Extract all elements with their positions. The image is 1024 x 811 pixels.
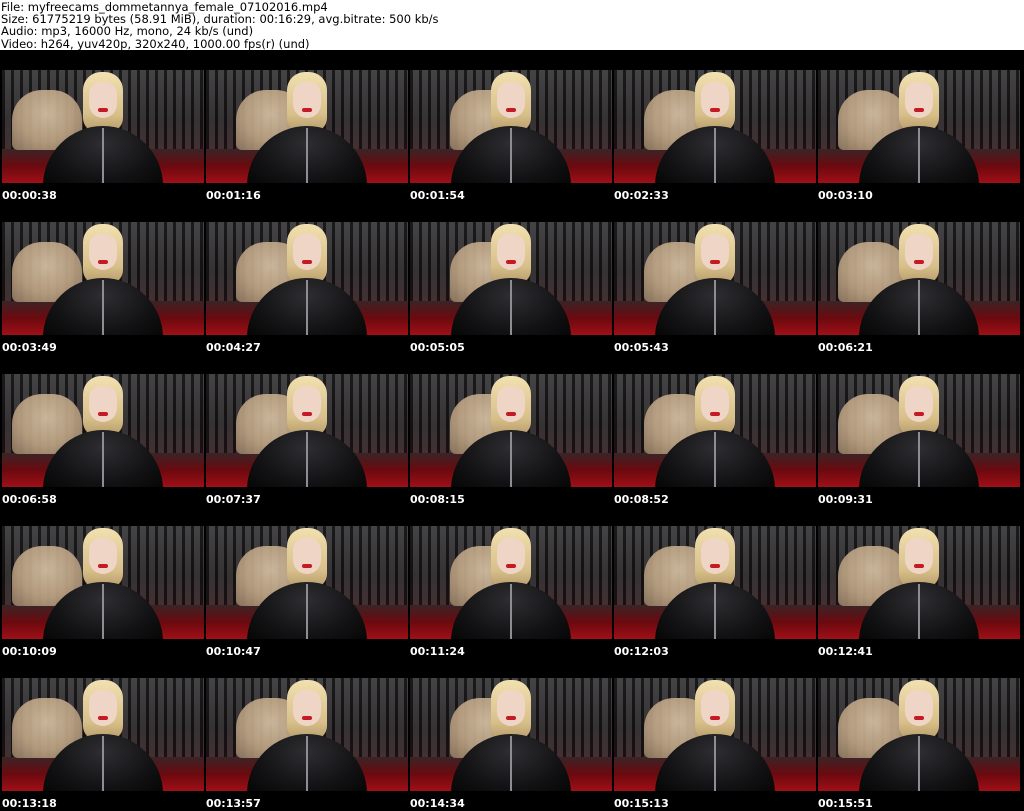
frame-timestamp: 00:11:24 <box>410 645 465 658</box>
video-frame-thumbnail <box>818 526 1020 639</box>
frame-timestamp: 00:05:43 <box>614 341 669 354</box>
thumbnail-tile: 00:02:33 <box>612 50 816 202</box>
video-frame-thumbnail <box>206 70 408 183</box>
video-frame-thumbnail <box>818 374 1020 487</box>
frame-timestamp: 00:06:58 <box>2 493 57 506</box>
thumbnail-tile: 00:03:49 <box>0 202 204 354</box>
frame-timestamp: 00:15:51 <box>818 797 873 810</box>
video-frame-thumbnail <box>818 222 1020 335</box>
video-frame-thumbnail <box>614 678 816 791</box>
video-frame-thumbnail <box>410 222 612 335</box>
video-frame-thumbnail <box>614 70 816 183</box>
thumbnail-tile: 00:05:05 <box>408 202 612 354</box>
frame-timestamp: 00:00:38 <box>2 189 57 202</box>
frame-timestamp: 00:10:47 <box>206 645 261 658</box>
thumbnail-tile: 00:15:13 <box>612 658 816 810</box>
video-frame-thumbnail <box>614 526 816 639</box>
video-frame-thumbnail <box>206 374 408 487</box>
video-frame-thumbnail <box>206 526 408 639</box>
thumbnail-tile: 00:01:16 <box>204 50 408 202</box>
frame-timestamp: 00:01:54 <box>410 189 465 202</box>
video-frame-thumbnail <box>206 678 408 791</box>
frame-timestamp: 00:13:18 <box>2 797 57 810</box>
video-info-line: Video: h264, yuv420p, 320x240, 1000.00 f… <box>1 36 310 51</box>
thumbnail-tile: 00:10:47 <box>204 506 408 658</box>
thumbnail-tile: 00:09:31 <box>816 354 1020 506</box>
frame-timestamp: 00:07:37 <box>206 493 261 506</box>
thumbnail-tile: 00:08:52 <box>612 354 816 506</box>
frame-timestamp: 00:10:09 <box>2 645 57 658</box>
frame-timestamp: 00:01:16 <box>206 189 261 202</box>
thumbnail-tile: 00:12:03 <box>612 506 816 658</box>
video-frame-thumbnail <box>614 374 816 487</box>
video-frame-thumbnail <box>818 678 1020 791</box>
video-frame-thumbnail <box>2 374 204 487</box>
thumbnail-tile: 00:14:34 <box>408 658 612 810</box>
video-frame-thumbnail <box>614 222 816 335</box>
video-frame-thumbnail <box>818 70 1020 183</box>
thumbnail-tile: 00:11:24 <box>408 506 612 658</box>
frame-timestamp: 00:02:33 <box>614 189 669 202</box>
thumbnail-tile: 00:00:38 <box>0 50 204 202</box>
frame-timestamp: 00:12:03 <box>614 645 669 658</box>
thumbnail-tile: 00:13:57 <box>204 658 408 810</box>
thumbnail-tile: 00:12:41 <box>816 506 1020 658</box>
frame-timestamp: 00:04:27 <box>206 341 261 354</box>
frame-timestamp: 00:06:21 <box>818 341 873 354</box>
thumbnail-tile: 00:03:10 <box>816 50 1020 202</box>
frame-timestamp: 00:05:05 <box>410 341 465 354</box>
frame-timestamp: 00:03:49 <box>2 341 57 354</box>
thumbnail-grid: 00:00:38 00:01:16 00:01:54 00:02:33 00:03:10… <box>0 50 1024 811</box>
video-frame-thumbnail <box>410 374 612 487</box>
video-frame-thumbnail <box>206 222 408 335</box>
thumbnail-tile: 00:06:58 <box>0 354 204 506</box>
frame-timestamp: 00:08:15 <box>410 493 465 506</box>
thumbnail-tile: 00:05:43 <box>612 202 816 354</box>
frame-timestamp: 00:09:31 <box>818 493 873 506</box>
frame-timestamp: 00:03:10 <box>818 189 873 202</box>
audio-info-line: Audio: mp3, 16000 Hz, mono, 24 kb/s (und… <box>1 24 254 39</box>
video-frame-thumbnail <box>410 526 612 639</box>
thumbnail-tile: 00:08:15 <box>408 354 612 506</box>
thumbnail-tile: 00:01:54 <box>408 50 612 202</box>
video-frame-thumbnail <box>2 70 204 183</box>
thumbnail-tile: 00:07:37 <box>204 354 408 506</box>
file-info-header: File: myfreecams_dommetannya_female_0710… <box>0 0 1024 51</box>
video-frame-thumbnail <box>2 678 204 791</box>
frame-timestamp: 00:14:34 <box>410 797 465 810</box>
thumbnail-tile: 00:06:21 <box>816 202 1020 354</box>
thumbnail-tile: 00:10:09 <box>0 506 204 658</box>
frame-timestamp: 00:13:57 <box>206 797 261 810</box>
thumbnail-tile: 00:15:51 <box>816 658 1020 810</box>
video-frame-thumbnail <box>410 678 612 791</box>
frame-timestamp: 00:12:41 <box>818 645 873 658</box>
thumbnail-tile: 00:13:18 <box>0 658 204 810</box>
frame-timestamp: 00:08:52 <box>614 493 669 506</box>
video-frame-thumbnail <box>2 222 204 335</box>
frame-timestamp: 00:15:13 <box>614 797 669 810</box>
thumbnail-tile: 00:04:27 <box>204 202 408 354</box>
video-frame-thumbnail <box>410 70 612 183</box>
video-frame-thumbnail <box>2 526 204 639</box>
